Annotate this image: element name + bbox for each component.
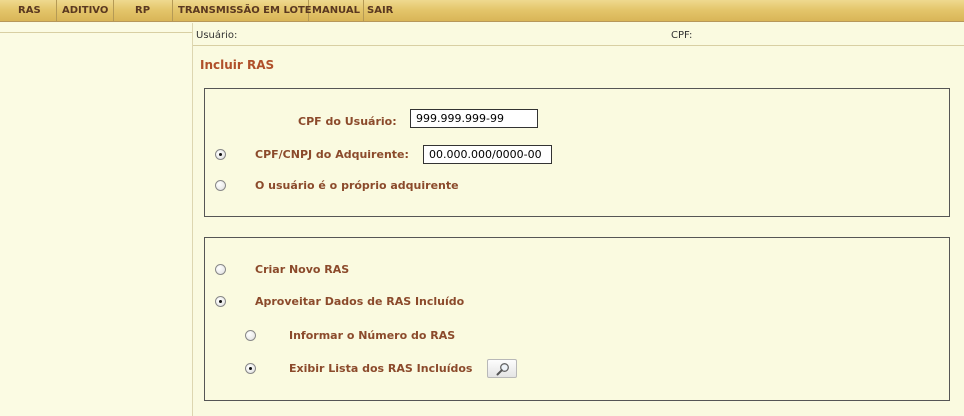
ras-options-panel: Criar Novo RAS Aproveitar Dados de RAS I… bbox=[204, 237, 950, 401]
cpf-cnpj-adquirente-field[interactable]: 00.000.000/0000-00 bbox=[423, 145, 552, 164]
sidebar-divider bbox=[0, 32, 192, 33]
proprio-adquirente-label: O usuário é o próprio adquirente bbox=[255, 179, 459, 192]
cpf-label: CPF: bbox=[671, 30, 693, 41]
menu-item-ras[interactable]: RAS bbox=[0, 0, 57, 21]
cpf-usuario-field[interactable]: 999.999.999-99 bbox=[410, 109, 538, 128]
exibir-lista-search-button[interactable] bbox=[487, 359, 517, 378]
menu-item-aditivo[interactable]: ADITIVO bbox=[57, 0, 114, 21]
cpf-cnpj-adquirente-label: CPF/CNPJ do Adquirente: bbox=[255, 148, 409, 161]
exibir-lista-radio[interactable] bbox=[245, 363, 256, 374]
criar-novo-ras-radio[interactable] bbox=[215, 264, 226, 275]
menu-item-transmissao-em-lote[interactable]: TRANSMISSÃO EM LOTE bbox=[173, 0, 312, 21]
exibir-lista-label: Exibir Lista dos RAS Incluídos bbox=[289, 362, 473, 375]
cpf-usuario-label: CPF do Usuário: bbox=[298, 115, 397, 128]
informar-numero-radio[interactable] bbox=[245, 330, 256, 341]
aproveitar-dados-radio[interactable] bbox=[215, 296, 226, 307]
cpf-cnpj-adquirente-radio[interactable] bbox=[215, 149, 226, 160]
top-menu-bar: RAS ADITIVO RP TRANSMISSÃO EM LOTE MANUA… bbox=[0, 0, 964, 22]
main-content: Usuário: CPF: Incluir RAS CPF do Usuário… bbox=[193, 23, 964, 416]
criar-novo-ras-label: Criar Novo RAS bbox=[255, 263, 350, 276]
menu-item-manual[interactable]: MANUAL bbox=[309, 0, 364, 21]
proprio-adquirente-radio[interactable] bbox=[215, 180, 226, 191]
usuario-label: Usuário: bbox=[196, 30, 238, 41]
left-sidebar bbox=[0, 23, 193, 416]
user-info-bar: Usuário: CPF: bbox=[193, 27, 964, 46]
menu-item-sair[interactable]: SAIR bbox=[364, 0, 404, 21]
menu-item-rp[interactable]: RP bbox=[114, 0, 173, 21]
informar-numero-label: Informar o Número do RAS bbox=[289, 329, 456, 342]
aproveitar-dados-label: Aproveitar Dados de RAS Incluído bbox=[255, 295, 465, 308]
magnifier-icon bbox=[496, 363, 509, 376]
page-title: Incluir RAS bbox=[200, 58, 275, 72]
identification-panel: CPF do Usuário: 999.999.999-99 CPF/CNPJ … bbox=[204, 88, 950, 217]
